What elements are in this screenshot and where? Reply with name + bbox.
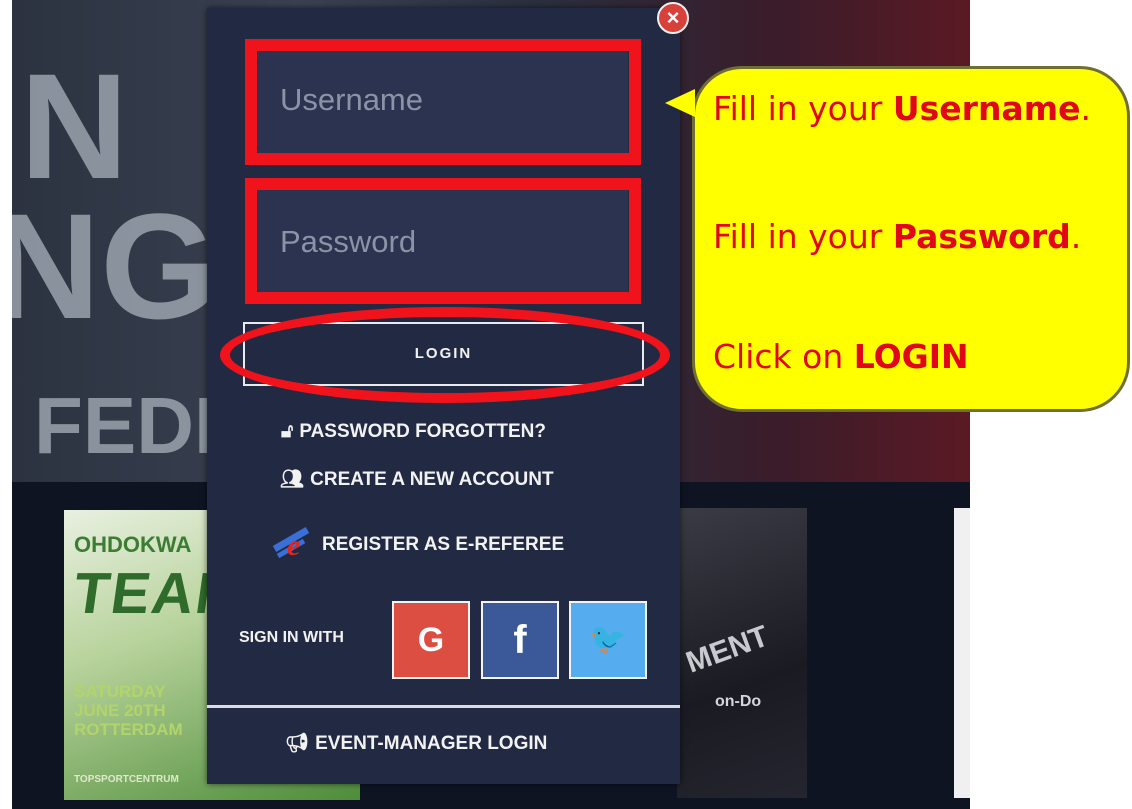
e-referee-icon: e bbox=[272, 524, 314, 566]
event-manager-login-link[interactable]: 📢︎ EVENT-MANAGER LOGIN bbox=[285, 731, 547, 755]
hero-text-2: NG bbox=[12, 182, 217, 350]
card-title: MENT bbox=[681, 619, 773, 680]
twitter-login-button[interactable]: 🐦 bbox=[569, 601, 647, 679]
card-footer: TOPSPORTCENTRUM bbox=[74, 774, 179, 785]
modal-divider bbox=[207, 705, 680, 708]
facebook-icon: f bbox=[513, 618, 527, 662]
callout-line-username: Fill in your Username. bbox=[713, 89, 1091, 128]
event-card-tournament[interactable]: MENT on-Do bbox=[677, 508, 807, 798]
twitter-icon: 🐦 bbox=[589, 623, 627, 656]
password-forgotten-link[interactable]: 🔓︎ PASSWORD FORGOTTEN? bbox=[281, 421, 546, 443]
card-heading: OHDOKWA bbox=[74, 532, 192, 557]
close-icon[interactable]: × bbox=[657, 2, 689, 34]
megaphone-icon: 📢︎ bbox=[285, 733, 310, 754]
username-highlight bbox=[245, 39, 641, 165]
callout-line-login: Click on LOGIN bbox=[713, 337, 969, 376]
sign-in-with-label: SIGN IN WITH bbox=[239, 629, 344, 646]
create-account-link[interactable]: 👥︎ CREATE A NEW ACCOUNT bbox=[280, 467, 554, 491]
callout-line-password: Fill in your Password. bbox=[713, 217, 1082, 256]
instruction-callout: Fill in your Username. Fill in your Pass… bbox=[665, 66, 1130, 412]
card-date: SATURDAY JUNE 20TH ROTTERDAM bbox=[74, 682, 183, 739]
facebook-login-button[interactable]: f bbox=[481, 601, 559, 679]
register-ereferee-link[interactable]: e REGISTER AS E-REFEREE bbox=[272, 524, 564, 566]
event-card-partial[interactable] bbox=[954, 508, 970, 798]
login-highlight bbox=[220, 307, 670, 403]
google-icon: G bbox=[417, 621, 445, 659]
callout-tail bbox=[665, 89, 695, 117]
google-login-button[interactable]: G bbox=[392, 601, 470, 679]
card-subtitle: on-Do bbox=[715, 693, 762, 710]
add-user-icon: 👥︎ bbox=[280, 469, 305, 490]
unlock-icon: 🔓︎ bbox=[281, 421, 294, 442]
password-highlight bbox=[245, 178, 641, 304]
